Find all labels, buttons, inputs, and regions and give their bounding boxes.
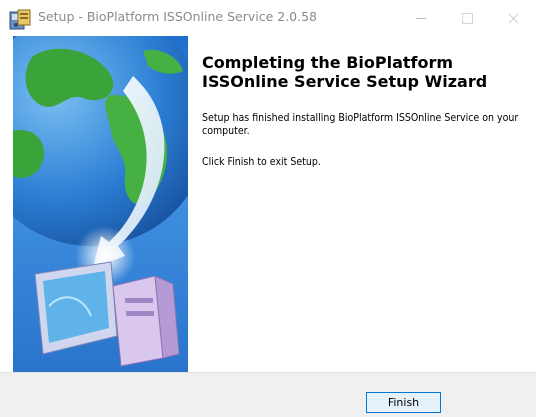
minimize-button[interactable]	[398, 0, 444, 36]
button-bar	[0, 372, 536, 417]
title-bar[interactable]: Setup - BioPlatform ISSOnline Service 2.…	[0, 0, 536, 36]
globe-computer-banner	[13, 36, 188, 372]
maximize-button[interactable]	[444, 0, 490, 36]
wizard-banner-image	[13, 36, 188, 372]
minimize-icon	[416, 17, 426, 19]
wizard-heading: Completing the BioPlatform ISSOnline Ser…	[202, 53, 488, 91]
close-icon	[508, 13, 519, 24]
window-title: Setup - BioPlatform ISSOnline Service 2.…	[38, 9, 318, 24]
close-button[interactable]	[490, 0, 536, 36]
maximize-icon	[461, 12, 473, 24]
finish-button[interactable]: Finish	[366, 392, 441, 413]
finish-instruction: Click Finish to exit Setup.	[202, 156, 321, 168]
installer-icon	[9, 9, 31, 30]
finished-message: Setup has finished installing BioPlatfor…	[202, 112, 519, 137]
